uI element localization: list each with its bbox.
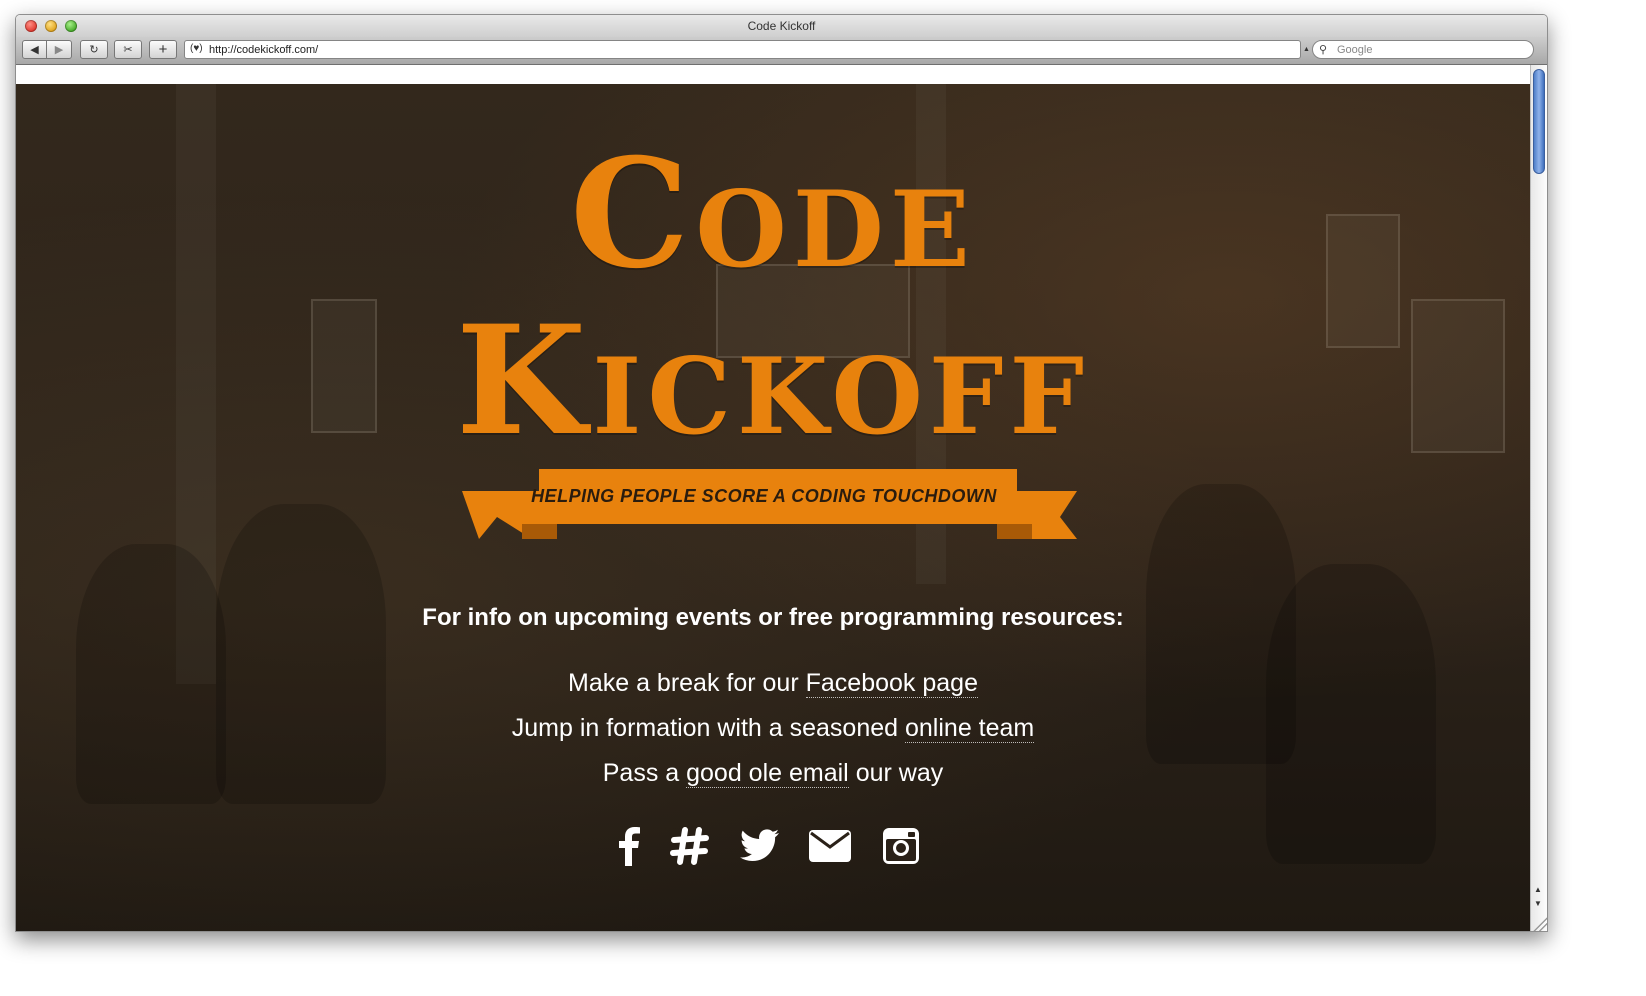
scrollbar-thumb[interactable] bbox=[1533, 69, 1545, 174]
tagline-ribbon: HELPING PEOPLE SCORE A CODING TOUCHDOWN bbox=[16, 469, 1530, 549]
browser-window: Code Kickoff ◀ ▶ ↻ ✂ + (♥) http://codeki… bbox=[15, 14, 1548, 932]
page-top-strip bbox=[16, 65, 1530, 84]
email-line-prefix: Pass a bbox=[602, 759, 687, 787]
browser-toolbar: ◀ ▶ ↻ ✂ + (♥) http://codekickoff.com/ ▲ … bbox=[16, 37, 1547, 65]
reload-button[interactable]: ↻ bbox=[80, 40, 108, 59]
team-line-prefix: Jump in formation with a seasoned bbox=[511, 714, 905, 742]
window-title: Code Kickoff bbox=[747, 19, 816, 33]
search-placeholder: Google bbox=[1337, 44, 1373, 56]
title-bar: Code Kickoff bbox=[16, 15, 1547, 37]
hashtag-icon[interactable] bbox=[668, 824, 712, 868]
reload-icon: ↻ bbox=[89, 44, 99, 56]
email-line-suffix: our way bbox=[848, 759, 944, 787]
hero-title-line-2: Kickoff bbox=[455, 293, 1091, 469]
add-bookmark-button[interactable]: + bbox=[149, 40, 177, 59]
forward-arrow-icon: ▶ bbox=[54, 44, 64, 56]
email-link[interactable]: good ole email bbox=[686, 759, 849, 788]
search-icon: ⚲ bbox=[1319, 44, 1328, 56]
email-icon[interactable] bbox=[808, 824, 852, 868]
facebook-icon[interactable] bbox=[606, 824, 650, 868]
rss-icon: (♥) bbox=[190, 43, 203, 54]
info-heading: For info on upcoming events or free prog… bbox=[422, 604, 1124, 631]
webclip-button[interactable]: ✂ bbox=[114, 40, 142, 59]
webclip-icon: ✂ bbox=[123, 44, 133, 56]
search-field[interactable]: ⚲ Google bbox=[1312, 40, 1534, 59]
address-dropdown-icon[interactable]: ▲ bbox=[1303, 46, 1310, 53]
scroll-up-icon[interactable]: ▲ bbox=[1534, 885, 1542, 894]
url-text: http://codekickoff.com/ bbox=[209, 44, 319, 56]
email-line: Pass a good ole email our way bbox=[16, 759, 1530, 788]
facebook-line-prefix: Make a break for our bbox=[568, 669, 806, 697]
ribbon-shape bbox=[462, 469, 1077, 539]
ribbon-left-fold bbox=[522, 524, 557, 539]
vertical-scrollbar[interactable]: ▲ ▼ bbox=[1530, 65, 1547, 931]
facebook-page-link[interactable]: Facebook page bbox=[805, 669, 978, 698]
team-line: Jump in formation with a seasoned online… bbox=[16, 714, 1530, 743]
instagram-icon[interactable] bbox=[879, 824, 923, 868]
hero-title-line-1: Code bbox=[570, 126, 976, 302]
twitter-icon[interactable] bbox=[738, 824, 782, 868]
forward-button[interactable]: ▶ bbox=[47, 40, 72, 59]
page-viewport: Code Kickoff HELPING PEOPLE SCORE A CODI… bbox=[16, 84, 1530, 931]
scroll-down-icon[interactable]: ▼ bbox=[1534, 899, 1542, 908]
back-arrow-icon: ◀ bbox=[30, 44, 39, 56]
address-bar[interactable]: (♥) http://codekickoff.com/ bbox=[184, 40, 1301, 59]
back-button[interactable]: ◀ bbox=[22, 40, 47, 59]
facebook-line: Make a break for our Facebook page bbox=[16, 669, 1530, 698]
plus-icon: + bbox=[158, 41, 168, 58]
resize-grip-icon[interactable] bbox=[1533, 917, 1547, 931]
tagline: HELPING PEOPLE SCORE A CODING TOUCHDOWN bbox=[531, 486, 997, 506]
ribbon-right-fold bbox=[997, 524, 1032, 539]
online-team-link[interactable]: online team bbox=[905, 714, 1035, 743]
